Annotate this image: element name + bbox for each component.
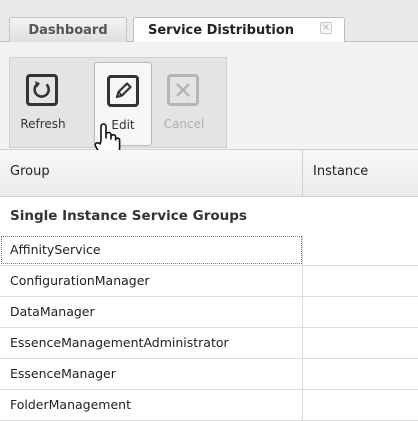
cancel-label: Cancel [163, 117, 205, 131]
instance-cell[interactable] [303, 390, 418, 420]
tab-strip: Dashboard Service Distribution × [0, 0, 418, 43]
instance-cell[interactable] [303, 235, 418, 265]
group-cell: EssenceManagementAdministrator [0, 328, 303, 358]
table-row[interactable]: EssenceManagementAdministrator [0, 328, 418, 359]
cancel-button[interactable]: Cancel [155, 62, 213, 146]
instance-cell[interactable] [303, 297, 418, 327]
refresh-icon [26, 74, 58, 106]
group-cell: ConfigurationManager [0, 266, 303, 296]
close-icon[interactable]: × [320, 22, 332, 34]
grid-body: AffinityService ConfigurationManager Dat… [0, 235, 418, 421]
table-row[interactable]: AffinityService [0, 235, 418, 266]
table-row[interactable]: FolderManagement [0, 390, 418, 421]
instance-cell[interactable] [303, 266, 418, 296]
refresh-label: Refresh [20, 117, 66, 131]
group-cell: EssenceManager [0, 359, 303, 389]
group-cell: FolderManagement [0, 390, 303, 420]
grid-header: Group Instance [0, 150, 418, 197]
table-row[interactable]: ConfigurationManager [0, 266, 418, 297]
tab-label: Service Distribution [148, 23, 295, 38]
table-row[interactable]: DataManager [0, 297, 418, 328]
tab-service-distribution[interactable]: Service Distribution × [133, 17, 345, 43]
column-header-instance[interactable]: Instance [303, 150, 418, 197]
edit-icon [107, 75, 139, 107]
refresh-button[interactable]: Refresh [14, 62, 72, 146]
column-header-group[interactable]: Group [0, 150, 303, 197]
instance-cell[interactable] [303, 328, 418, 358]
edit-button[interactable]: Edit [94, 62, 152, 146]
edit-label: Edit [111, 118, 135, 132]
instance-cell[interactable] [303, 359, 418, 389]
group-section-title: Single Instance Service Groups [0, 197, 418, 235]
group-cell: DataManager [0, 297, 303, 327]
table-row[interactable]: EssenceManager [0, 359, 418, 390]
tab-dashboard[interactable]: Dashboard [9, 17, 127, 43]
group-cell: AffinityService [0, 235, 303, 265]
cancel-icon [167, 74, 199, 106]
